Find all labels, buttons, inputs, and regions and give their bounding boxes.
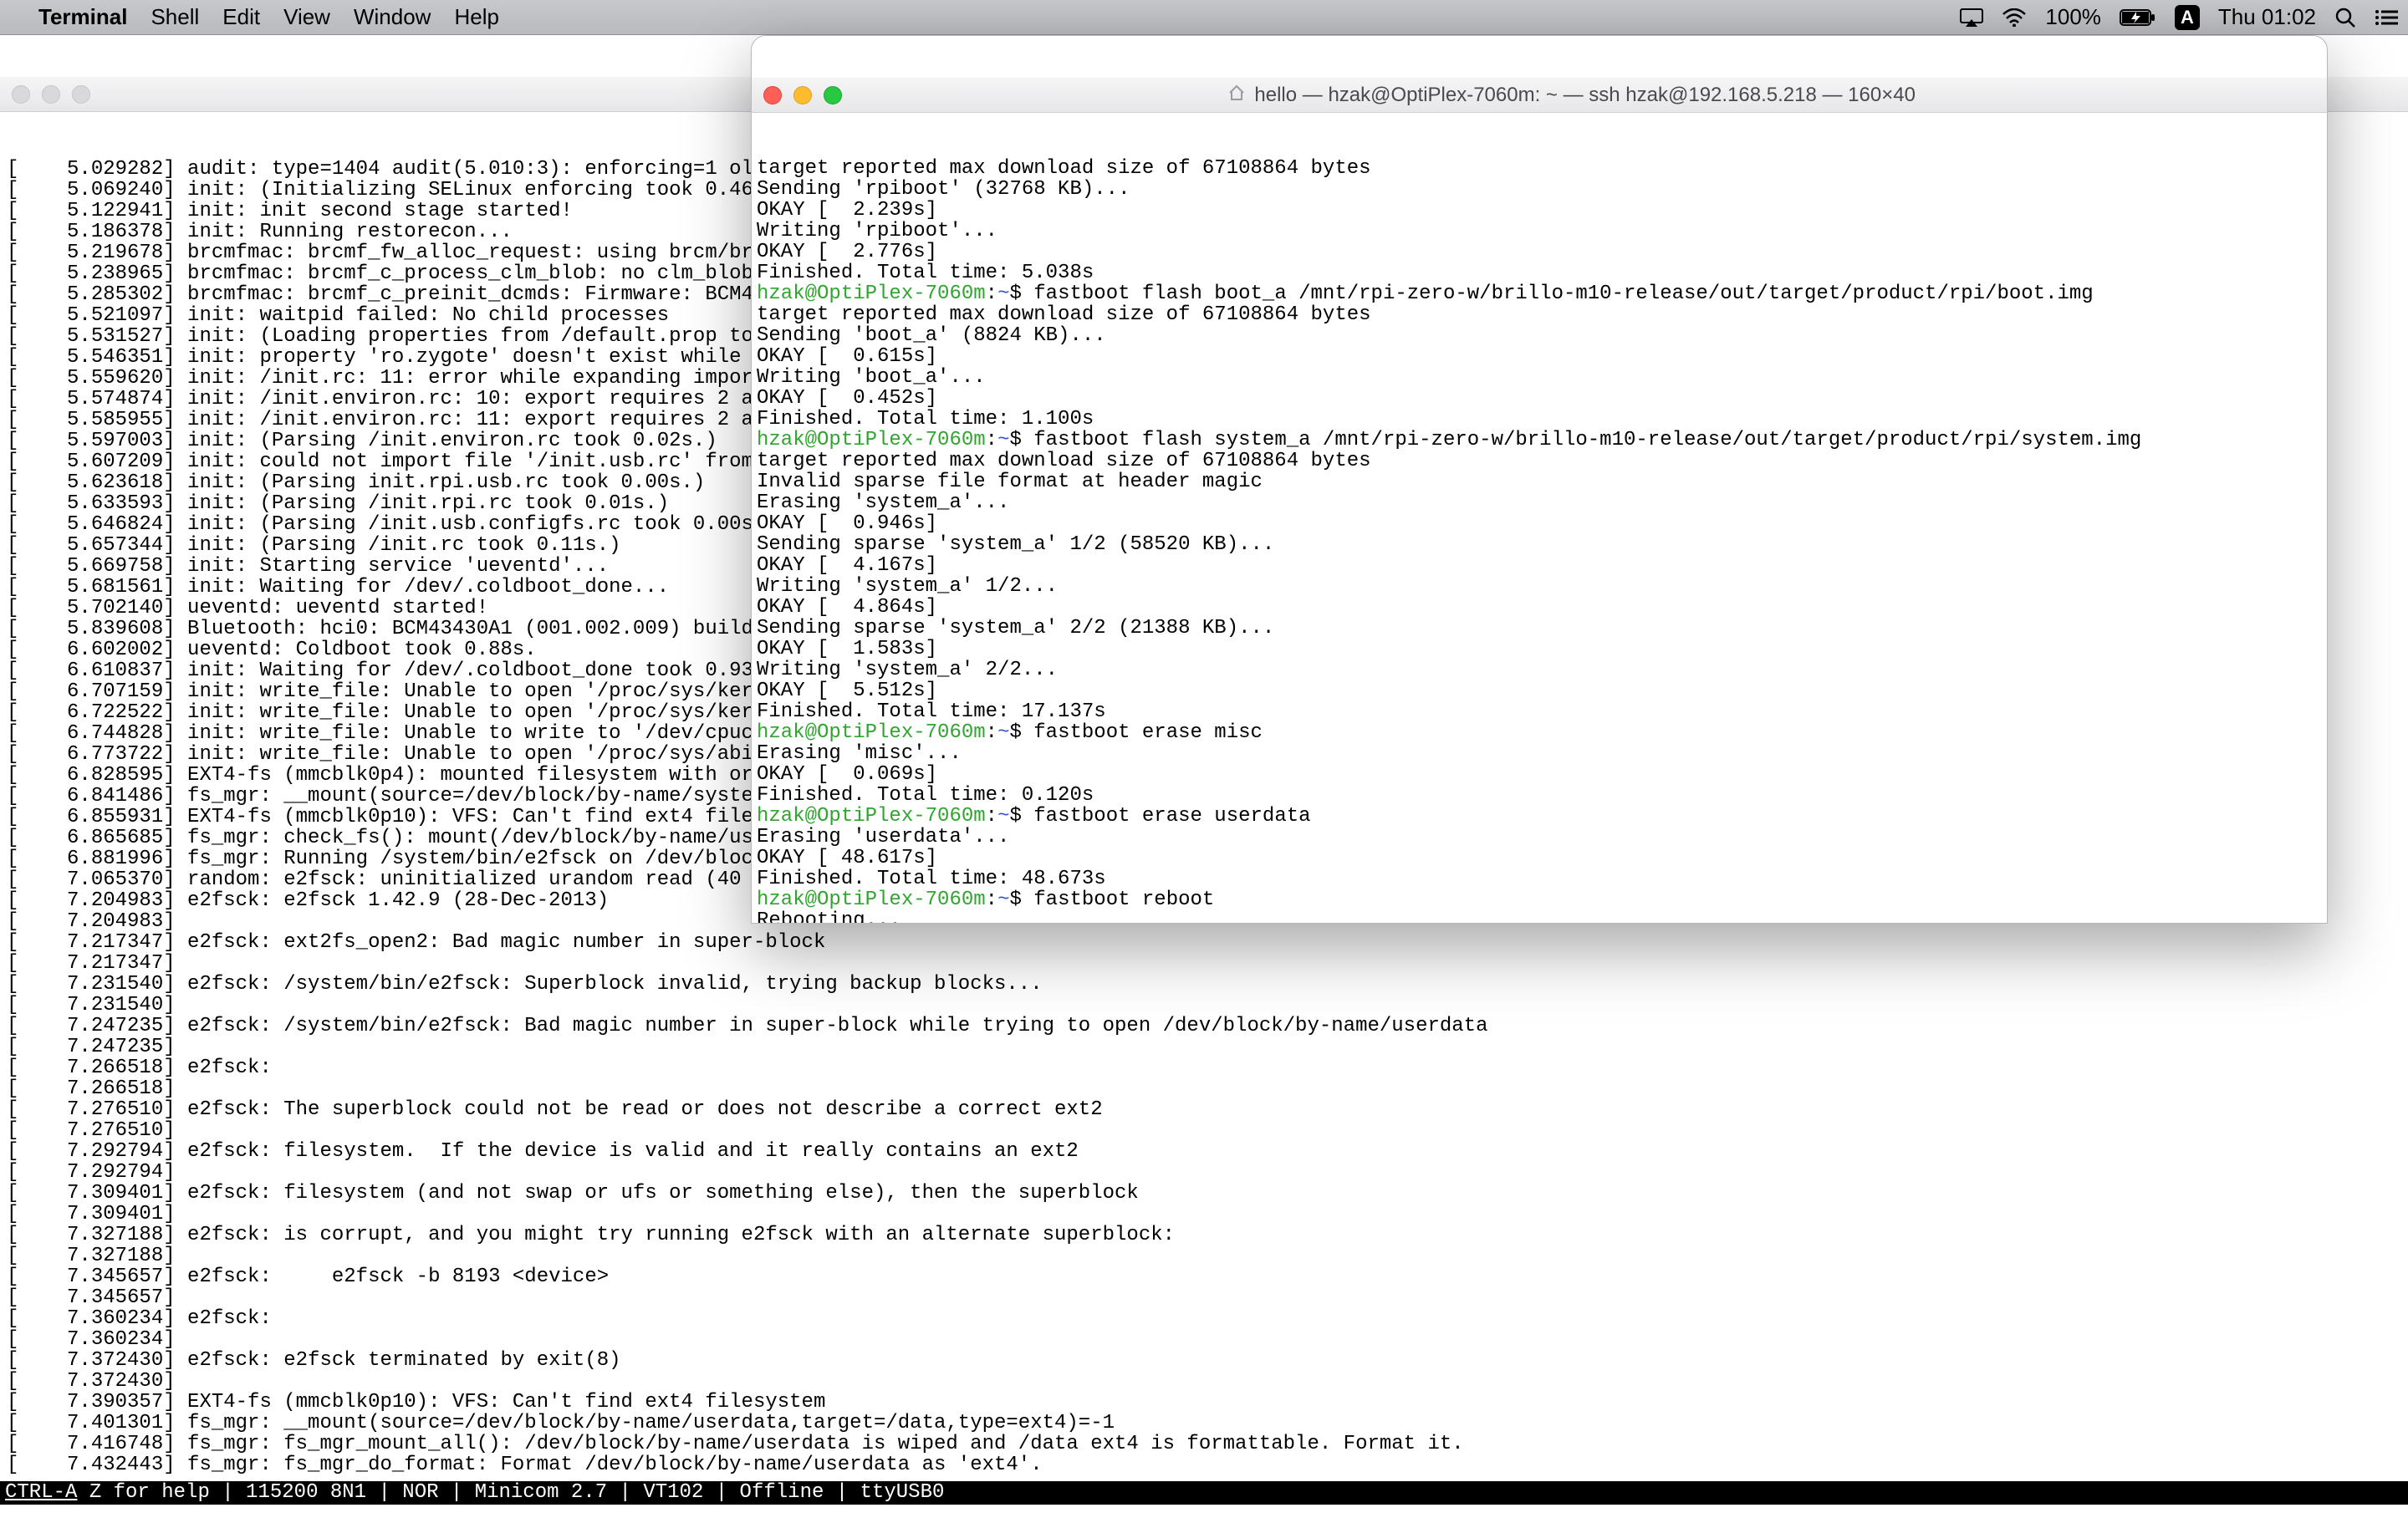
wifi-icon[interactable] xyxy=(2002,8,2027,27)
fg-title-text: hello — hzak@OptiPlex-7060m: ~ — ssh hza… xyxy=(1254,84,1916,105)
fg-zoom-button[interactable] xyxy=(824,86,842,104)
spotlight-icon[interactable] xyxy=(2334,7,2356,28)
bg-close-button[interactable] xyxy=(12,85,30,104)
menu-edit[interactable]: Edit xyxy=(222,4,260,30)
menubar-right: 100% A Thu 01:02 xyxy=(1960,4,2398,30)
menu-window[interactable]: Window xyxy=(354,4,431,30)
fg-terminal-output[interactable]: target reported max download size of 671… xyxy=(752,155,2327,924)
app-name[interactable]: Terminal xyxy=(38,4,127,30)
fg-traffic-lights[interactable] xyxy=(763,86,842,104)
battery-charging-icon[interactable] xyxy=(2120,8,2156,27)
bg-minimize-button[interactable] xyxy=(42,85,60,104)
fg-minimize-button[interactable] xyxy=(793,86,812,104)
macos-menubar: Terminal Shell Edit View Window Help 100… xyxy=(0,0,2408,35)
bg-traffic-lights[interactable] xyxy=(12,85,90,104)
home-icon xyxy=(1183,63,1246,127)
fg-titlebar[interactable]: hello — hzak@OptiPlex-7060m: ~ — ssh hza… xyxy=(752,78,2327,113)
menubar-left: Terminal Shell Edit View Window Help xyxy=(10,4,499,30)
menu-view[interactable]: View xyxy=(283,4,330,30)
input-source-badge[interactable]: A xyxy=(2175,5,2200,30)
bg-zoom-button[interactable] xyxy=(72,85,90,104)
airplay-icon[interactable] xyxy=(1960,8,1983,27)
minicom-statusbar: CTRL-A Z for help | 115200 8N1 | NOR | M… xyxy=(0,1481,2408,1505)
fg-window-title: hello — hzak@OptiPlex-7060m: ~ — ssh hza… xyxy=(1183,63,1916,127)
menu-shell[interactable]: Shell xyxy=(150,4,199,30)
menu-help[interactable]: Help xyxy=(454,4,498,30)
menubar-list-icon[interactable] xyxy=(2375,8,2398,27)
battery-percent[interactable]: 100% xyxy=(2045,4,2101,30)
foreground-terminal-window[interactable]: hello — hzak@OptiPlex-7060m: ~ — ssh hza… xyxy=(751,35,2328,924)
menubar-clock[interactable]: Thu 01:02 xyxy=(2218,4,2316,30)
fg-close-button[interactable] xyxy=(763,86,782,104)
